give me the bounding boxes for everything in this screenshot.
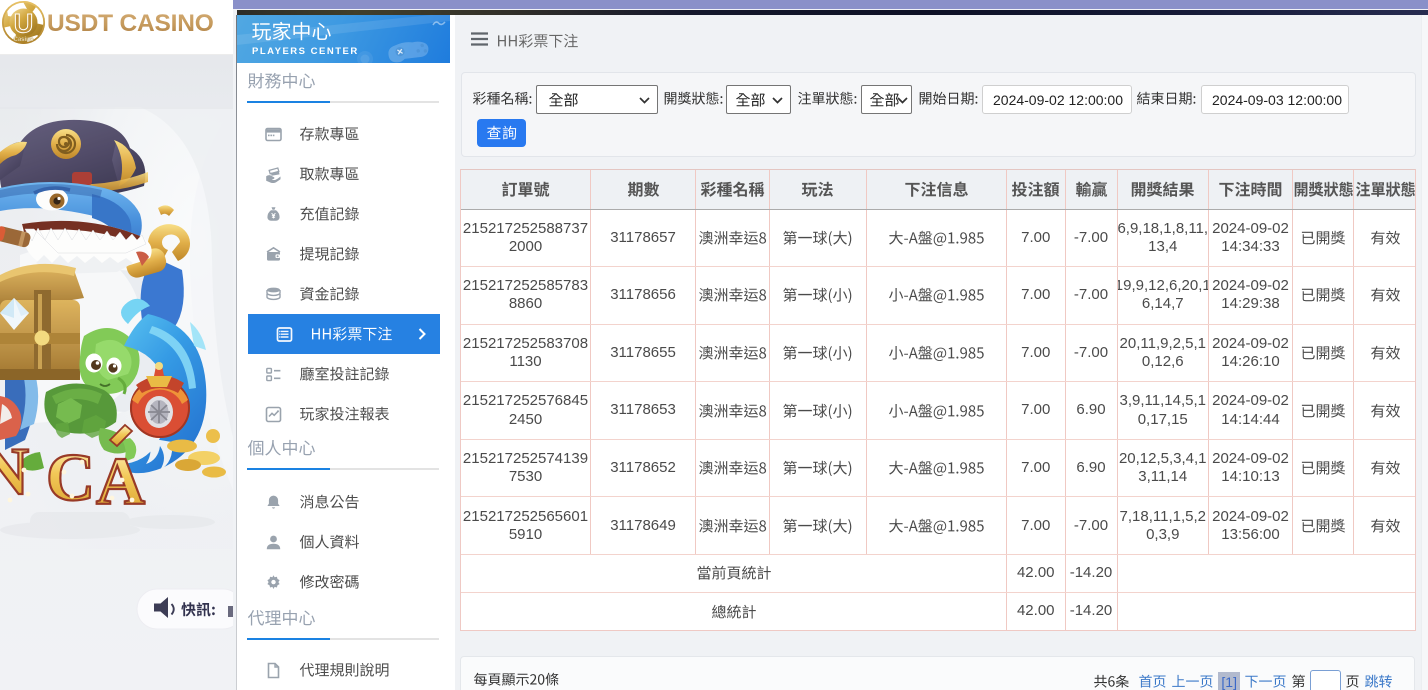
svg-text:U: U [14, 9, 34, 39]
svg-text:Casino: Casino [13, 37, 33, 43]
svg-text:USDT CASINO: USDT CASINO [47, 10, 214, 37]
